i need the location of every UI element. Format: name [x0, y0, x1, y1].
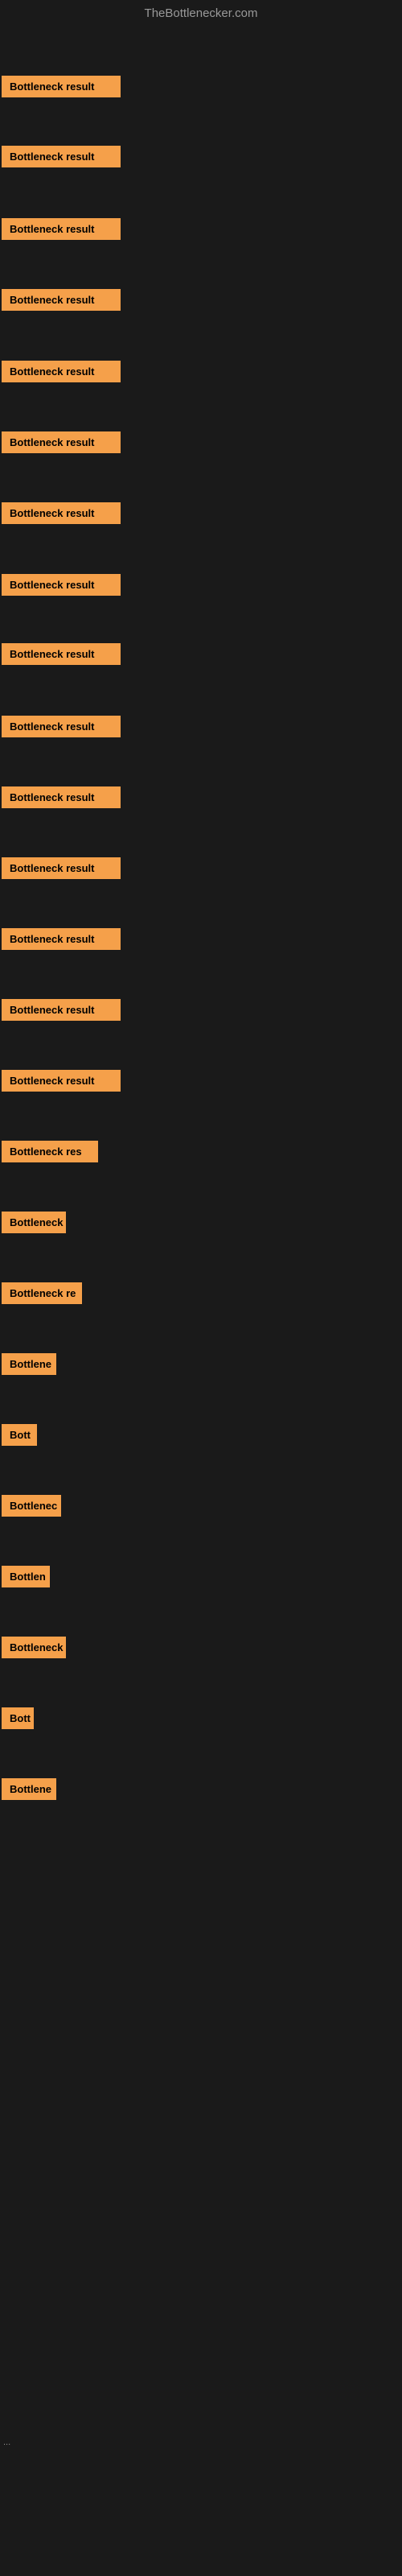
bottleneck-card-17: Bottleneck re [2, 1282, 82, 1304]
bottleneck-card-5: Bottleneck result [2, 431, 121, 453]
site-header: TheBottlenecker.com [0, 0, 402, 30]
bottleneck-card-23: Bott [2, 1707, 34, 1729]
bottleneck-card-15: Bottleneck res [2, 1141, 98, 1162]
bottleneck-card-8: Bottleneck result [2, 643, 121, 665]
bottleneck-card-10: Bottleneck result [2, 786, 121, 808]
bottleneck-card-16: Bottleneck [2, 1212, 66, 1233]
bottleneck-card-9: Bottleneck result [2, 716, 121, 737]
bottleneck-card-3: Bottleneck result [2, 289, 121, 311]
bottleneck-card-13: Bottleneck result [2, 999, 121, 1021]
ellipsis-label: ... [3, 2438, 10, 2447]
bottleneck-card-24: Bottlene [2, 1778, 56, 1800]
site-title: TheBottlenecker.com [145, 6, 258, 20]
bottleneck-card-6: Bottleneck result [2, 502, 121, 524]
bottleneck-card-14: Bottleneck result [2, 1070, 121, 1092]
page-wrapper: TheBottlenecker.com Bottleneck resultBot… [0, 0, 402, 2576]
bottleneck-card-4: Bottleneck result [2, 361, 121, 382]
bottleneck-card-0: Bottleneck result [2, 76, 121, 97]
bottleneck-card-12: Bottleneck result [2, 928, 121, 950]
bottleneck-card-7: Bottleneck result [2, 574, 121, 596]
bottleneck-card-21: Bottlen [2, 1566, 50, 1587]
bottleneck-card-19: Bott [2, 1424, 37, 1446]
bottleneck-card-2: Bottleneck result [2, 218, 121, 240]
bottleneck-card-1: Bottleneck result [2, 146, 121, 167]
bottleneck-card-18: Bottlene [2, 1353, 56, 1375]
bottleneck-card-20: Bottlenec [2, 1495, 61, 1517]
cards-container: Bottleneck result Bottleneck result Bottle… [0, 30, 402, 1962]
bottleneck-card-22: Bottleneck [2, 1637, 66, 1658]
bottleneck-card-11: Bottleneck result [2, 857, 121, 879]
